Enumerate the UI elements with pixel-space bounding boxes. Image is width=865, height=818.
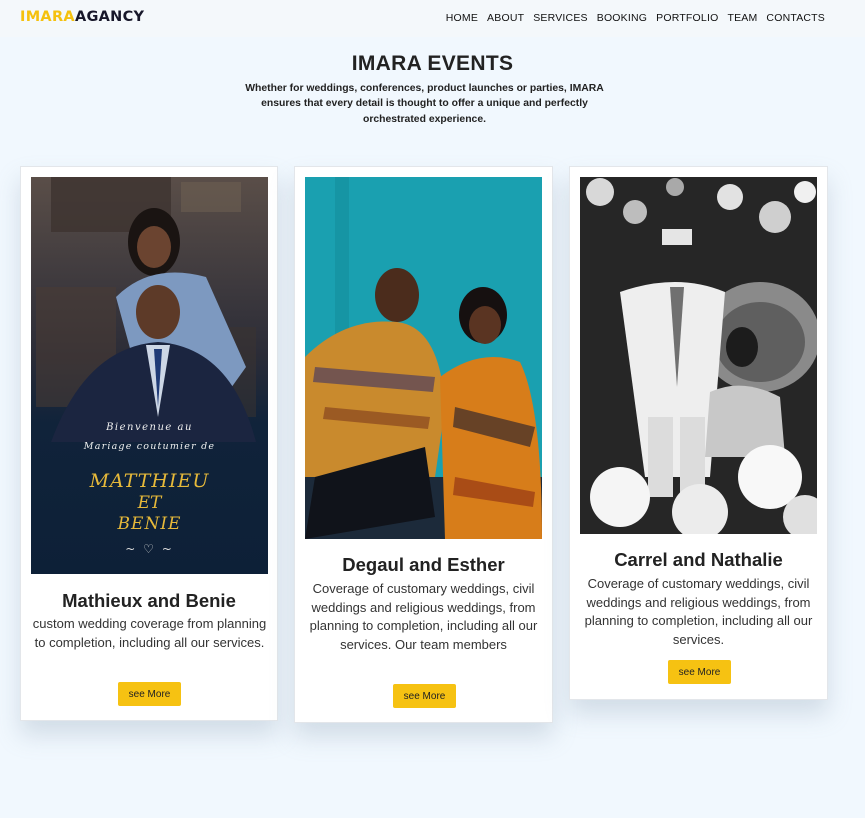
heart-ornament-icon: ~ ♡ ~ <box>125 542 174 556</box>
couple-photo-teal <box>305 177 542 539</box>
nav-contacts[interactable]: CONTACTS <box>766 12 825 24</box>
card-title: Mathieux and Benie <box>62 590 236 611</box>
page-intro: Whether for weddings, conferences, produ… <box>245 83 604 125</box>
event-card-carrel-nathalie: Carrel and Nathalie Coverage of customar… <box>569 166 828 700</box>
card-description: Coverage of customary weddings, civil we… <box>584 576 813 647</box>
nav-about[interactable]: ABOUT <box>487 12 524 24</box>
logo-part-imara: IMARA <box>20 9 75 25</box>
card-title: Carrel and Nathalie <box>614 549 783 570</box>
nav-services[interactable]: SERVICES <box>533 12 588 24</box>
see-more-button[interactable]: see More <box>393 684 456 708</box>
couple-photo-invitation: Bienvenue au Mariage coutumier de MATTHI… <box>31 177 268 574</box>
event-card-mathieux-benie: Bienvenue au Mariage coutumier de MATTHI… <box>20 166 278 721</box>
nav-portfolio[interactable]: PORTFOLIO <box>656 12 718 24</box>
logo-part-agancy: AGANCY <box>74 9 145 25</box>
nav-booking[interactable]: BOOKING <box>597 12 647 24</box>
invitation-name1: MATTHIEU <box>89 470 210 492</box>
event-card-degaul-esther: Degaul and Esther Coverage of customary … <box>294 166 553 723</box>
brand-logo[interactable]: IMARAAGANCY <box>20 9 144 25</box>
invitation-line2: Mariage coutumier de <box>83 441 216 452</box>
card-title: Degaul and Esther <box>342 554 505 575</box>
invitation-name2: ET <box>137 493 162 513</box>
nav-home[interactable]: HOME <box>446 12 478 24</box>
see-more-button[interactable]: see More <box>668 660 731 684</box>
page-title: IMARA EVENTS <box>351 52 514 75</box>
invitation-name3: BENIE <box>117 514 182 534</box>
invitation-overlay: Bienvenue au Mariage coutumier de MATTHI… <box>31 422 268 556</box>
nav-team[interactable]: TEAM <box>727 12 757 24</box>
couple-photo-bw <box>580 177 817 534</box>
see-more-button[interactable]: see More <box>118 682 181 706</box>
top-navbar: IMARAAGANCY HOME ABOUT SERVICES BOOKING … <box>0 0 865 37</box>
main-nav: HOME ABOUT SERVICES BOOKING PORTFOLIO TE… <box>446 12 825 24</box>
invitation-line1: Bienvenue au <box>106 422 193 433</box>
card-description: Coverage of customary weddings, civil we… <box>309 581 538 652</box>
card-description: custom wedding coverage from planning to… <box>32 616 267 650</box>
